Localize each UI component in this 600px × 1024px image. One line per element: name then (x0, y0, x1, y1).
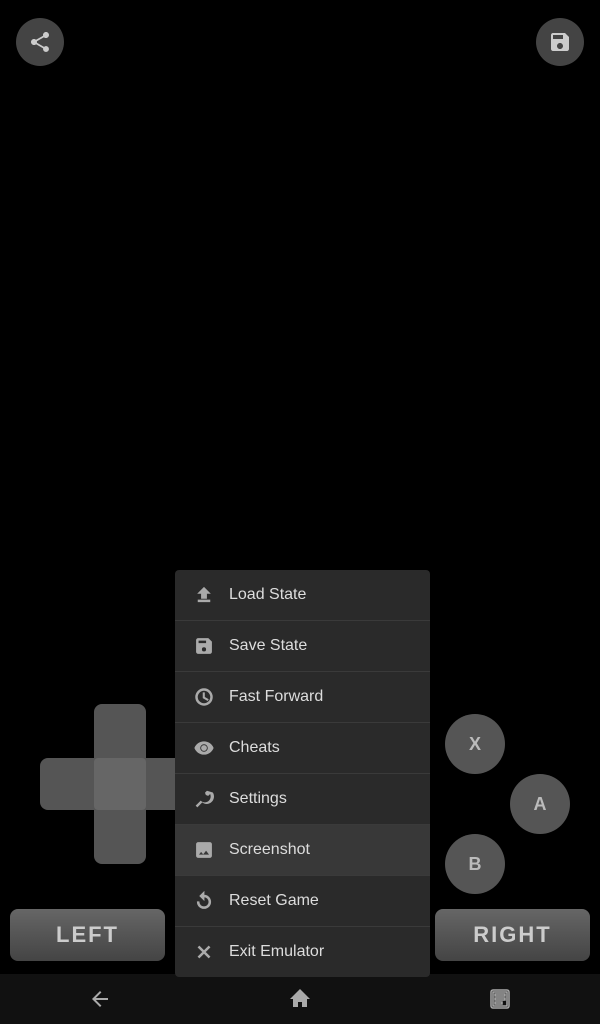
menu-item-cheats[interactable]: Cheats (175, 723, 430, 774)
top-bar (0, 0, 600, 110)
wrench-icon (193, 788, 215, 810)
reset-icon (193, 890, 215, 912)
menu-item-exit-emulator[interactable]: Exit Emulator (175, 927, 430, 977)
back-icon (88, 987, 112, 1011)
menu-item-screenshot[interactable]: Screenshot (175, 825, 430, 876)
image-icon (193, 839, 215, 861)
menu-item-fast-forward[interactable]: Fast Forward (175, 672, 430, 723)
menu-item-reset-game[interactable]: Reset Game (175, 876, 430, 927)
share-icon (28, 30, 52, 54)
recents-button[interactable] (475, 974, 525, 1024)
save-state-icon (193, 635, 215, 657)
save-icon (548, 30, 572, 54)
share-button[interactable] (16, 18, 64, 66)
x-button[interactable]: X (445, 714, 505, 774)
b-button[interactable]: B (445, 834, 505, 894)
home-icon (288, 987, 312, 1011)
home-button[interactable] (275, 974, 325, 1024)
back-button[interactable] (75, 974, 125, 1024)
dropdown-menu: Load State Save State Fast Forward Cheat… (175, 570, 430, 977)
save-button[interactable] (536, 18, 584, 66)
menu-item-load-state[interactable]: Load State (175, 570, 430, 621)
menu-item-settings[interactable]: Settings (175, 774, 430, 825)
recents-icon (488, 987, 512, 1011)
clock-icon (193, 686, 215, 708)
bottom-nav (0, 974, 600, 1024)
menu-item-save-state[interactable]: Save State (175, 621, 430, 672)
eye-icon (193, 737, 215, 759)
a-button[interactable]: A (510, 774, 570, 834)
x-close-icon (193, 941, 215, 963)
right-button[interactable]: RIGHT (435, 909, 590, 961)
left-button[interactable]: LEFT (10, 909, 165, 961)
dpad-center (94, 758, 146, 810)
upload-icon (193, 584, 215, 606)
